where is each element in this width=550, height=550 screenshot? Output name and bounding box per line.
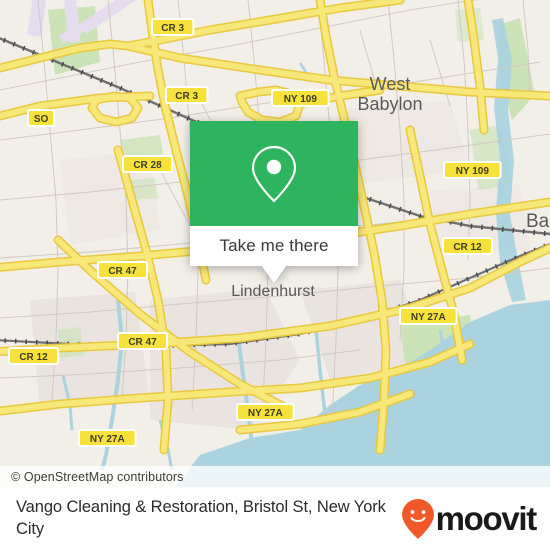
road-shield-label: CR 12 [19, 352, 48, 363]
popup-pointer-tail [261, 265, 287, 283]
place-label-west-babylon-line2: Babylon [357, 94, 422, 114]
road-shield: CR 3 [151, 18, 195, 36]
location-title: Vango Cleaning & Restoration, Bristol St… [16, 497, 386, 538]
road-shield: CR 3 [165, 86, 209, 104]
road-shield: SO [27, 109, 56, 127]
road-shield: CR 47 [97, 261, 148, 279]
road-shield: CR 47 [117, 332, 168, 350]
road-shield: NY 109 [271, 89, 330, 107]
road-shield-label: NY 27A [90, 434, 125, 445]
moovit-pin-smiley-icon [401, 498, 434, 539]
road-shield: NY 27A [399, 307, 458, 325]
road-shield-label: NY 109 [284, 94, 318, 105]
road-shield: NY 109 [443, 161, 502, 179]
moovit-wordmark: moovit [435, 500, 538, 537]
map-attribution: © OpenStreetMap contributors [0, 466, 550, 487]
place-label-babylon: Bab [526, 211, 550, 232]
road-shield: NY 27A [78, 429, 137, 447]
road-shield: NY 27A [236, 403, 295, 421]
road-shield-label: CR 3 [175, 91, 198, 102]
take-me-there-label: Take me there [219, 236, 329, 255]
attribution-text: © OpenStreetMap contributors [11, 469, 184, 484]
footer-bar: Vango Cleaning & Restoration, Bristol St… [0, 487, 550, 550]
road-shield: CR 12 [442, 237, 493, 255]
road-shield: CR 28 [122, 155, 173, 173]
road-shield-label: NY 27A [248, 408, 283, 419]
road-shield-label: NY 27A [411, 312, 446, 323]
map-pin-icon [251, 145, 297, 203]
destination-popup[interactable]: Take me there [190, 121, 358, 283]
road-shield-label: NY 109 [456, 166, 490, 177]
road-shield-label: CR 3 [161, 23, 184, 34]
place-label-west-babylon-line1: West [370, 74, 411, 94]
road-shield-label: CR 47 [108, 266, 137, 277]
road-shield-label: CR 12 [453, 242, 482, 253]
map-screenshot-root: West Babylon Lindenhurst Bab CR 3 CR 3 NY … [0, 0, 550, 550]
take-me-there-button[interactable]: Take me there [190, 226, 358, 266]
road-shield-label: CR 28 [133, 160, 162, 171]
road-shield-label: SO [34, 114, 49, 125]
road-shield-label: CR 47 [128, 337, 157, 348]
moovit-logo[interactable]: moovit [401, 498, 538, 540]
road-shield: CR 12 [8, 347, 59, 365]
popup-image-panel [190, 121, 358, 226]
place-label-lindenhurst: Lindenhurst [231, 283, 315, 300]
